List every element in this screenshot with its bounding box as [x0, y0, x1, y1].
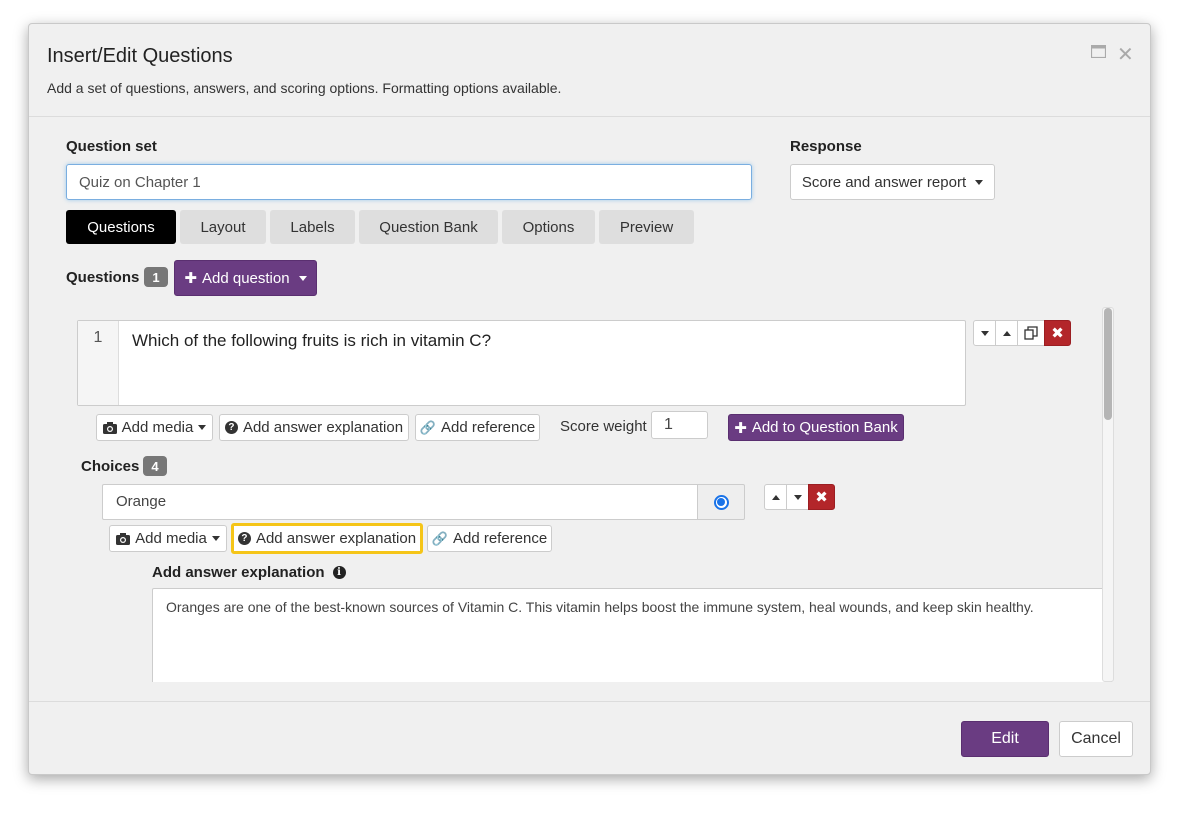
- plus-icon: ✚: [734, 419, 747, 437]
- answer-explanation-heading: Add answer explanation i: [152, 564, 346, 581]
- question-set-label: Question set: [66, 138, 157, 155]
- answer-explanation-textarea[interactable]: Oranges are one of the best-known source…: [152, 588, 1112, 682]
- close-icon: ✖: [815, 489, 828, 506]
- chevron-down-icon: [975, 179, 984, 185]
- tab-layout[interactable]: Layout: [180, 210, 266, 244]
- add-reference-label: Add reference: [440, 419, 536, 436]
- info-icon[interactable]: i: [332, 566, 346, 579]
- choices-count-badge: 4: [143, 456, 167, 476]
- response-label: Response: [790, 138, 862, 155]
- close-icon: ✖: [1051, 325, 1064, 342]
- question-editor[interactable]: 1 Which of the following fruits is rich …: [77, 320, 966, 406]
- question-add-reference-button[interactable]: 🔗 Add reference: [415, 414, 540, 441]
- radio-selected-dot: [717, 498, 725, 506]
- camera-icon: [102, 421, 117, 434]
- delete-choice-button[interactable]: ✖: [808, 484, 835, 510]
- question-set-input[interactable]: [66, 164, 752, 200]
- link-icon: 🔗: [419, 419, 436, 435]
- chevron-down-icon: [211, 536, 220, 541]
- add-to-bank-label: Add to Question Bank: [751, 419, 898, 436]
- questions-label: Questions: [66, 269, 140, 286]
- close-icon[interactable]: ✕: [1117, 42, 1134, 67]
- score-weight-input[interactable]: [651, 411, 708, 439]
- scrollbar-thumb[interactable]: [1104, 308, 1112, 420]
- correct-answer-radio-box[interactable]: [697, 484, 745, 520]
- window-maximize-icon[interactable]: [1090, 44, 1107, 63]
- arrow-up-icon: [1002, 330, 1011, 336]
- question-number: 1: [78, 321, 119, 405]
- link-icon: 🔗: [431, 530, 448, 546]
- duplicate-question-button[interactable]: [1017, 320, 1045, 346]
- move-question-up-button[interactable]: [995, 320, 1018, 346]
- chevron-down-icon: [198, 425, 207, 430]
- add-question-label: Add question: [202, 269, 290, 287]
- add-question-button[interactable]: ✚ Add question: [174, 260, 317, 296]
- tab-question-bank[interactable]: Question Bank: [359, 210, 498, 244]
- add-reference-label: Add reference: [452, 530, 548, 547]
- copy-icon: [1024, 326, 1038, 340]
- tab-labels[interactable]: Labels: [270, 210, 355, 244]
- edit-button[interactable]: Edit: [961, 721, 1049, 757]
- add-explanation-label: Add answer explanation: [255, 530, 417, 547]
- camera-icon: [116, 532, 131, 545]
- header-divider: [29, 116, 1150, 117]
- arrow-down-icon: [980, 330, 989, 336]
- choice-add-reference-button[interactable]: 🔗 Add reference: [427, 525, 552, 552]
- footer-divider: [29, 701, 1150, 702]
- add-to-question-bank-button[interactable]: ✚ Add to Question Bank: [728, 414, 904, 441]
- questions-scroll-area[interactable]: 1 Which of the following fruits is rich …: [66, 306, 1114, 682]
- tab-options[interactable]: Options: [502, 210, 595, 244]
- question-circle-icon: ?: [224, 421, 238, 434]
- choice-input[interactable]: Orange: [102, 484, 698, 520]
- response-dropdown[interactable]: Score and answer report: [790, 164, 995, 200]
- response-selected: Score and answer report: [801, 173, 967, 191]
- chevron-down-icon: [298, 275, 307, 281]
- plus-icon: ✚: [184, 270, 197, 287]
- tab-questions[interactable]: Questions: [66, 210, 176, 244]
- tab-preview[interactable]: Preview: [599, 210, 694, 244]
- choice-add-media-button[interactable]: Add media: [109, 525, 227, 552]
- question-add-explanation-button[interactable]: ? Add answer explanation: [219, 414, 409, 441]
- answer-explanation-label: Add answer explanation: [152, 564, 325, 581]
- question-add-media-button[interactable]: Add media: [96, 414, 213, 441]
- dialog-title: Insert/Edit Questions: [47, 45, 233, 67]
- move-question-down-button[interactable]: [973, 320, 996, 346]
- correct-answer-radio[interactable]: [713, 494, 729, 510]
- delete-question-button[interactable]: ✖: [1044, 320, 1071, 346]
- question-circle-icon: ?: [237, 532, 251, 545]
- cancel-button[interactable]: Cancel: [1059, 721, 1133, 757]
- choices-label: Choices: [81, 458, 140, 475]
- add-explanation-label: Add answer explanation: [242, 419, 404, 436]
- choice-add-explanation-button[interactable]: ? Add answer explanation: [231, 523, 423, 554]
- questions-count-badge: 1: [144, 267, 168, 287]
- insert-edit-questions-dialog: Insert/Edit Questions Add a set of quest…: [28, 23, 1151, 775]
- add-media-label: Add media: [135, 530, 207, 547]
- score-weight-label: Score weight: [560, 418, 647, 435]
- add-media-label: Add media: [121, 419, 194, 436]
- question-text[interactable]: Which of the following fruits is rich in…: [132, 331, 491, 351]
- dialog-subtitle: Add a set of questions, answers, and sco…: [47, 80, 562, 96]
- arrow-up-icon: [771, 494, 780, 500]
- arrow-down-icon: [793, 494, 802, 500]
- move-choice-up-button[interactable]: [764, 484, 787, 510]
- move-choice-down-button[interactable]: [786, 484, 809, 510]
